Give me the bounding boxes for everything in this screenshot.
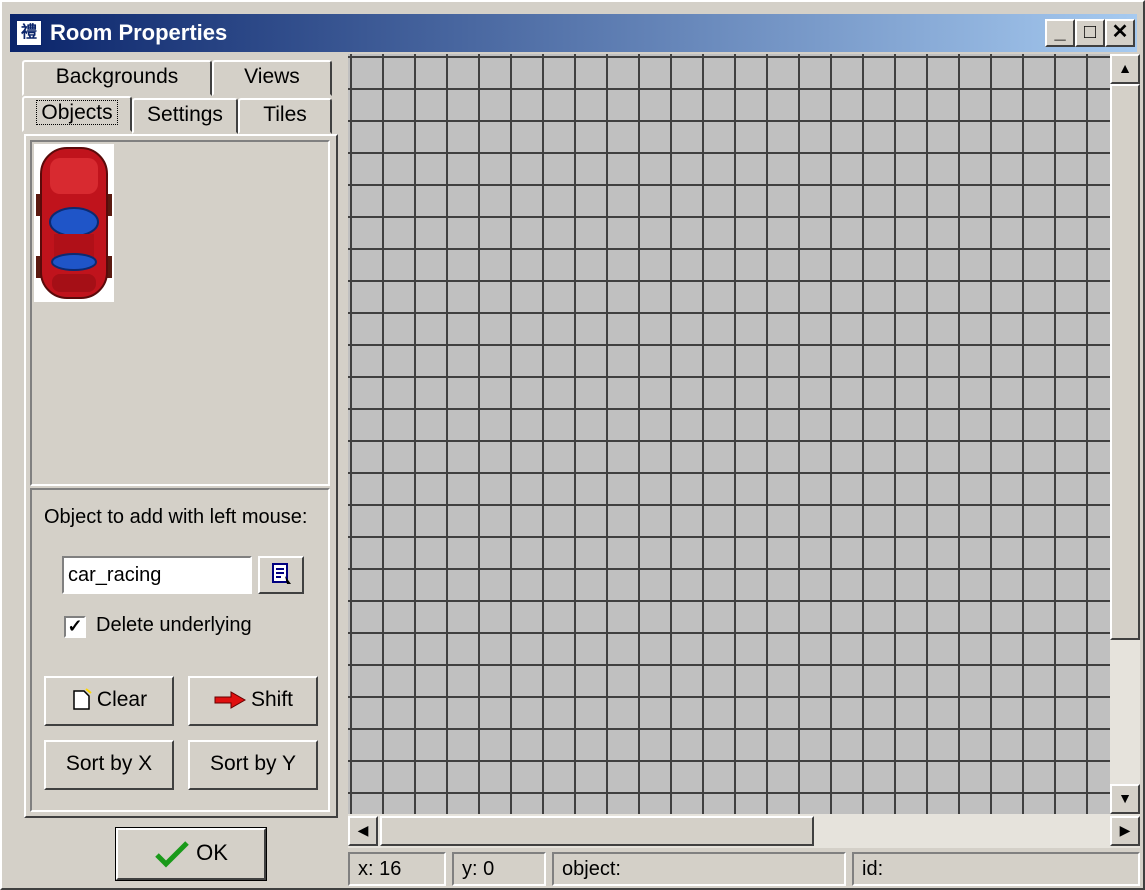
scroll-up-button[interactable]: ▲ bbox=[1110, 54, 1140, 84]
minimize-button[interactable]: _ bbox=[1045, 19, 1075, 47]
left-panel: Backgrounds Views Objects Settings Tiles bbox=[18, 54, 340, 820]
vertical-scrollbar[interactable]: ▲ ▼ bbox=[1110, 54, 1140, 822]
object-to-add-label: Object to add with left mouse: bbox=[44, 506, 308, 528]
tab-tiles[interactable]: Tiles bbox=[238, 98, 332, 134]
ok-button[interactable]: OK bbox=[115, 827, 267, 881]
scroll-down-button[interactable]: ▼ bbox=[1110, 784, 1140, 814]
maximize-button[interactable]: □ bbox=[1075, 19, 1105, 47]
tab-views-label: Views bbox=[244, 65, 300, 88]
title-bar[interactable]: 禮 Room Properties _ □ ✕ bbox=[10, 14, 1137, 52]
sort-by-y-button[interactable]: Sort by Y bbox=[188, 740, 318, 790]
scroll-left-button[interactable]: ◀ bbox=[348, 816, 378, 846]
object-list[interactable] bbox=[30, 140, 330, 486]
shift-button[interactable]: Shift bbox=[188, 676, 318, 726]
object-name-field[interactable]: car_racing bbox=[62, 556, 252, 594]
window-title: Room Properties bbox=[50, 20, 228, 45]
app-icon: 禮 bbox=[16, 20, 42, 46]
tab-backgrounds[interactable]: Backgrounds bbox=[22, 60, 212, 96]
car-racing-thumbnail[interactable] bbox=[34, 144, 114, 302]
ok-button-label: OK bbox=[196, 840, 228, 865]
clear-button-label: Clear bbox=[96, 688, 148, 711]
tab-views[interactable]: Views bbox=[212, 60, 332, 96]
objects-tab-page: Object to add with left mouse: car_racin… bbox=[24, 134, 338, 818]
tab-settings-label: Settings bbox=[147, 103, 223, 126]
select-object-icon bbox=[272, 563, 291, 585]
select-object-button[interactable] bbox=[258, 556, 304, 594]
arrow-right-icon bbox=[214, 691, 246, 710]
object-options: Object to add with left mouse: car_racin… bbox=[30, 488, 330, 812]
tab-backgrounds-label: Backgrounds bbox=[55, 65, 179, 88]
horizontal-scroll-thumb[interactable] bbox=[380, 816, 814, 846]
shift-button-label: Shift bbox=[250, 688, 294, 711]
tab-objects-label: Objects bbox=[36, 100, 118, 125]
status-object: object: bbox=[552, 852, 846, 886]
horizontal-scrollbar[interactable]: ◀ ▶ bbox=[348, 814, 1140, 848]
status-id: id: bbox=[852, 852, 1140, 886]
vertical-scroll-thumb[interactable] bbox=[1110, 84, 1140, 640]
sort-by-x-button[interactable]: Sort by X bbox=[44, 740, 174, 790]
checkmark-icon bbox=[155, 841, 189, 868]
delete-underlying-checkbox[interactable]: ✓ bbox=[64, 616, 86, 638]
scroll-right-button[interactable]: ▶ bbox=[1110, 816, 1140, 846]
clear-button[interactable]: Clear bbox=[44, 676, 174, 726]
close-button[interactable]: ✕ bbox=[1105, 19, 1135, 47]
status-x: x: 16 bbox=[348, 852, 446, 886]
delete-underlying-label: Delete underlying bbox=[96, 614, 252, 636]
new-page-icon bbox=[73, 688, 92, 711]
status-y: y: 0 bbox=[452, 852, 546, 886]
room-grid[interactable] bbox=[348, 54, 1110, 814]
tab-objects[interactable]: Objects bbox=[22, 96, 132, 132]
tab-settings[interactable]: Settings bbox=[132, 98, 238, 134]
tab-tiles-label: Tiles bbox=[263, 103, 307, 126]
